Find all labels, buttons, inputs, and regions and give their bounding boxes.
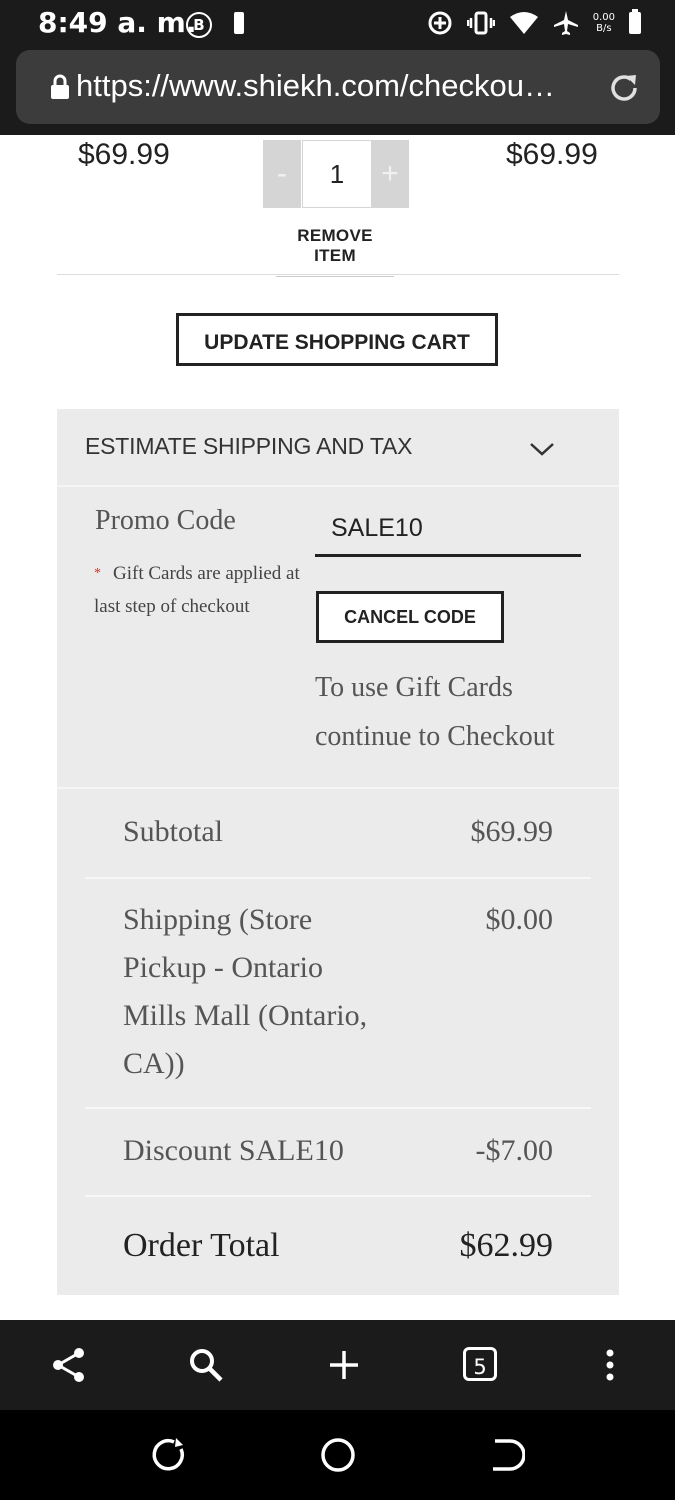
shipping-label: Shipping (Store Pickup - Ontario Mills M… [123,903,368,1080]
home-icon[interactable] [318,1435,358,1475]
remove-item-link[interactable]: REMOVE ITEM [276,226,394,277]
discount-row: Discount SALE10 -$7.00 [85,1109,591,1197]
item-price: $69.99 [78,138,170,171]
share-icon[interactable] [49,1345,89,1385]
subtotal-value: $69.99 [470,815,554,848]
subtotal-label: Subtotal [123,815,224,848]
recents-icon[interactable] [148,1435,188,1475]
divider [57,274,619,275]
vibrate-icon [466,11,495,35]
required-star: * [94,566,101,581]
promo-code-label: Promo Code [95,505,236,536]
battery-small-icon [234,12,244,34]
cancel-code-button[interactable]: CANCEL CODE [316,591,504,643]
chevron-down-icon [530,443,554,456]
gift-card-note: * Gift Cards are applied at last step of … [94,557,309,623]
discount-value: -$7.00 [475,1134,554,1167]
new-tab-icon[interactable] [324,1345,364,1385]
airplane-icon [553,11,578,35]
update-shopping-cart-button[interactable]: UPDATE SHOPPING CART [176,313,498,366]
gift-card-note-text: Gift Cards are applied at last step of c… [94,563,300,617]
status-time: 8:49 a. m. [38,6,197,39]
search-icon[interactable] [186,1345,226,1385]
subtotal-row: Subtotal $69.99 [85,789,591,879]
status-icons: 0.00 B/s [427,6,641,40]
promo-code-input[interactable]: SALE10 [315,503,581,557]
estimate-shipping-title: ESTIMATE SHIPPING AND TAX [85,433,413,459]
order-total-label: Order Total [123,1227,280,1264]
network-speed: 0.00 B/s [593,12,615,34]
order-total-row: Order Total $62.99 [85,1197,591,1295]
wifi-icon [509,12,538,34]
address-bar[interactable]: https://www.shiekh.com/checkout/c... [16,50,660,124]
gift-card-info: To use Gift Cards continue to Checkout [315,672,555,752]
discount-label: Discount SALE10 [123,1134,344,1167]
cart-summary-panel: ESTIMATE SHIPPING AND TAX Promo Code SAL… [57,409,619,1295]
status-and-address-area: 8:49 a. m. B 0.00 B/s https://www.shiekh… [0,0,675,135]
system-navigation-bar [0,1410,675,1500]
b-badge-icon: B [186,12,212,38]
network-speed-unit: B/s [596,23,612,34]
item-row-total: $69.99 [506,138,598,171]
back-icon[interactable] [485,1435,525,1475]
quantity-decrease-button[interactable]: - [263,140,301,208]
browser-toolbar: 5 [0,1320,675,1410]
shipping-value: $0.00 [485,903,554,936]
lock-icon [51,74,69,99]
more-menu-icon[interactable] [590,1345,630,1385]
battery-icon [629,9,641,34]
order-total-value: $62.99 [459,1227,554,1264]
reload-icon[interactable] [606,70,642,106]
network-speed-value: 0.00 [592,12,615,23]
data-saver-icon [428,11,452,35]
estimate-shipping-toggle[interactable]: ESTIMATE SHIPPING AND TAX [57,409,619,487]
url-text[interactable]: https://www.shiekh.com/checkout/c... [76,68,556,104]
quantity-input[interactable]: 1 [302,140,372,208]
tab-switcher-icon[interactable]: 5 [463,1347,497,1381]
shipping-row: Shipping (Store Pickup - Ontario Mills M… [85,879,591,1109]
quantity-increase-button[interactable]: + [371,140,409,208]
